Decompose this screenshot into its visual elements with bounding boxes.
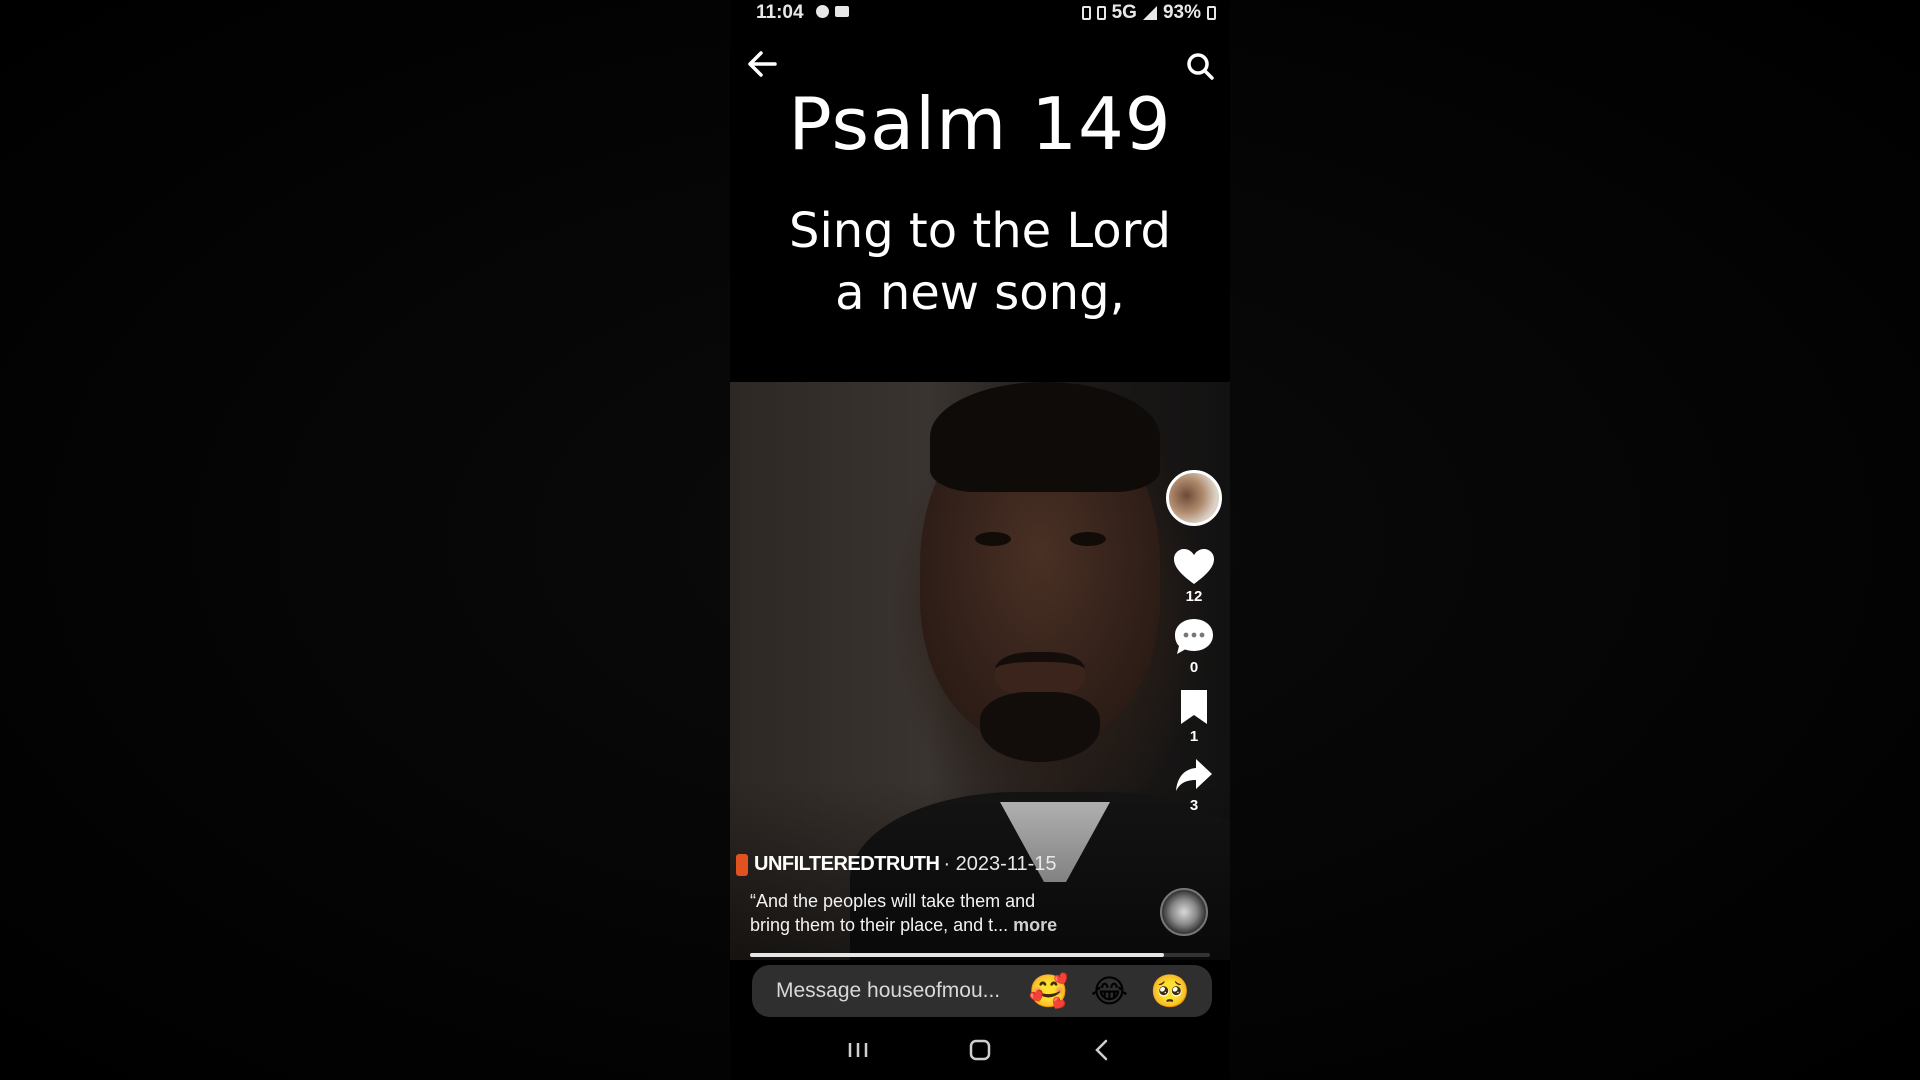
home-button[interactable] — [960, 1036, 1000, 1064]
creator-avatar[interactable] — [1166, 470, 1222, 526]
search-icon — [1187, 53, 1214, 80]
video-figure-hair — [930, 382, 1160, 492]
verse-text: Sing to the Lord a new song, — [730, 200, 1230, 324]
home-icon — [969, 1039, 991, 1061]
status-time: 11:04 — [756, 2, 804, 23]
search-button[interactable] — [1182, 48, 1218, 84]
like-button[interactable]: 12 — [1173, 548, 1215, 605]
share-arrow-icon — [1176, 759, 1212, 791]
video-figure-eye — [975, 532, 1011, 546]
status-notification-icons — [816, 5, 849, 18]
caption-line-2: bring them to their place, and t... more — [750, 913, 1110, 937]
psalm-title: Psalm 149 — [788, 82, 1172, 166]
caption-line-1: “And the peoples will take them and — [750, 891, 1036, 911]
message-input[interactable]: Message houseofmou... — [776, 979, 1029, 1003]
system-back-button[interactable] — [1082, 1036, 1122, 1064]
vibrate-icon — [1096, 6, 1106, 20]
video-figure-mouth — [995, 652, 1085, 696]
caption-line-2-text: bring them to their place, and t... — [750, 915, 1009, 935]
live-indicator-icon — [736, 853, 748, 876]
post-date: · 2023-11-15 — [943, 853, 1057, 875]
video-progress-fill — [750, 953, 1164, 957]
verse-line-1: Sing to the Lord — [788, 203, 1172, 259]
notification-app-icon — [835, 6, 849, 17]
network-type: 5G — [1111, 2, 1137, 23]
back-button[interactable] — [744, 46, 780, 82]
comment-count: 0 — [1189, 659, 1199, 676]
video-figure-eye — [1070, 532, 1106, 546]
battery-percent: 93% — [1162, 2, 1201, 23]
save-count: 1 — [1189, 728, 1199, 745]
comment-icon — [1175, 619, 1213, 654]
notification-dot-icon — [816, 5, 829, 18]
like-count: 12 — [1185, 588, 1203, 605]
emoji-laugh-button[interactable]: 😂 — [1091, 971, 1128, 1011]
save-button[interactable]: 1 — [1177, 688, 1211, 745]
signal-icon — [1142, 6, 1157, 20]
battery-saver-icon — [1081, 6, 1091, 20]
status-bar: 11:04 5G 93% — [730, 0, 1230, 28]
recent-apps-button[interactable] — [838, 1036, 878, 1064]
caption-more-link[interactable]: more — [1013, 915, 1057, 935]
video-caption[interactable]: “And the peoples will take them and brin… — [750, 889, 1110, 937]
author-row: UNFILTEREDTRUTH · 2023-11-15 — [736, 853, 1057, 876]
heart-icon — [1174, 549, 1214, 584]
screen: 11:04 5G 93% Psalm 149 Sing to the Lord … — [0, 0, 1920, 1080]
phone-screen: 11:04 5G 93% Psalm 149 Sing to the Lord … — [730, 0, 1230, 1080]
bookmark-icon — [1181, 690, 1207, 724]
message-bar: Message houseofmou... 🥰 😂 🥺 — [752, 965, 1212, 1017]
battery-icon — [1207, 6, 1216, 20]
video-figure-beard — [980, 692, 1100, 762]
emoji-pleading-button[interactable]: 🥺 — [1150, 971, 1190, 1011]
comment-button[interactable]: 0 — [1173, 617, 1215, 676]
recent-apps-icon — [848, 1043, 868, 1057]
verse-line-2: a new song, — [835, 265, 1125, 321]
emoji-hearts-button[interactable]: 🥰 — [1029, 971, 1069, 1011]
video-progress-bar[interactable] — [750, 953, 1210, 957]
status-right: 5G 93% — [1081, 2, 1216, 24]
share-count: 3 — [1189, 797, 1199, 814]
action-rail: 12 0 1 3 — [1164, 470, 1224, 826]
sound-disc-icon[interactable] — [1160, 888, 1208, 936]
chevron-left-icon — [1095, 1039, 1108, 1061]
share-button[interactable]: 3 — [1174, 757, 1214, 814]
arrow-left-icon — [748, 51, 777, 77]
system-nav-bar — [730, 1030, 1230, 1070]
author-name[interactable]: UNFILTEREDTRUTH — [754, 853, 940, 876]
